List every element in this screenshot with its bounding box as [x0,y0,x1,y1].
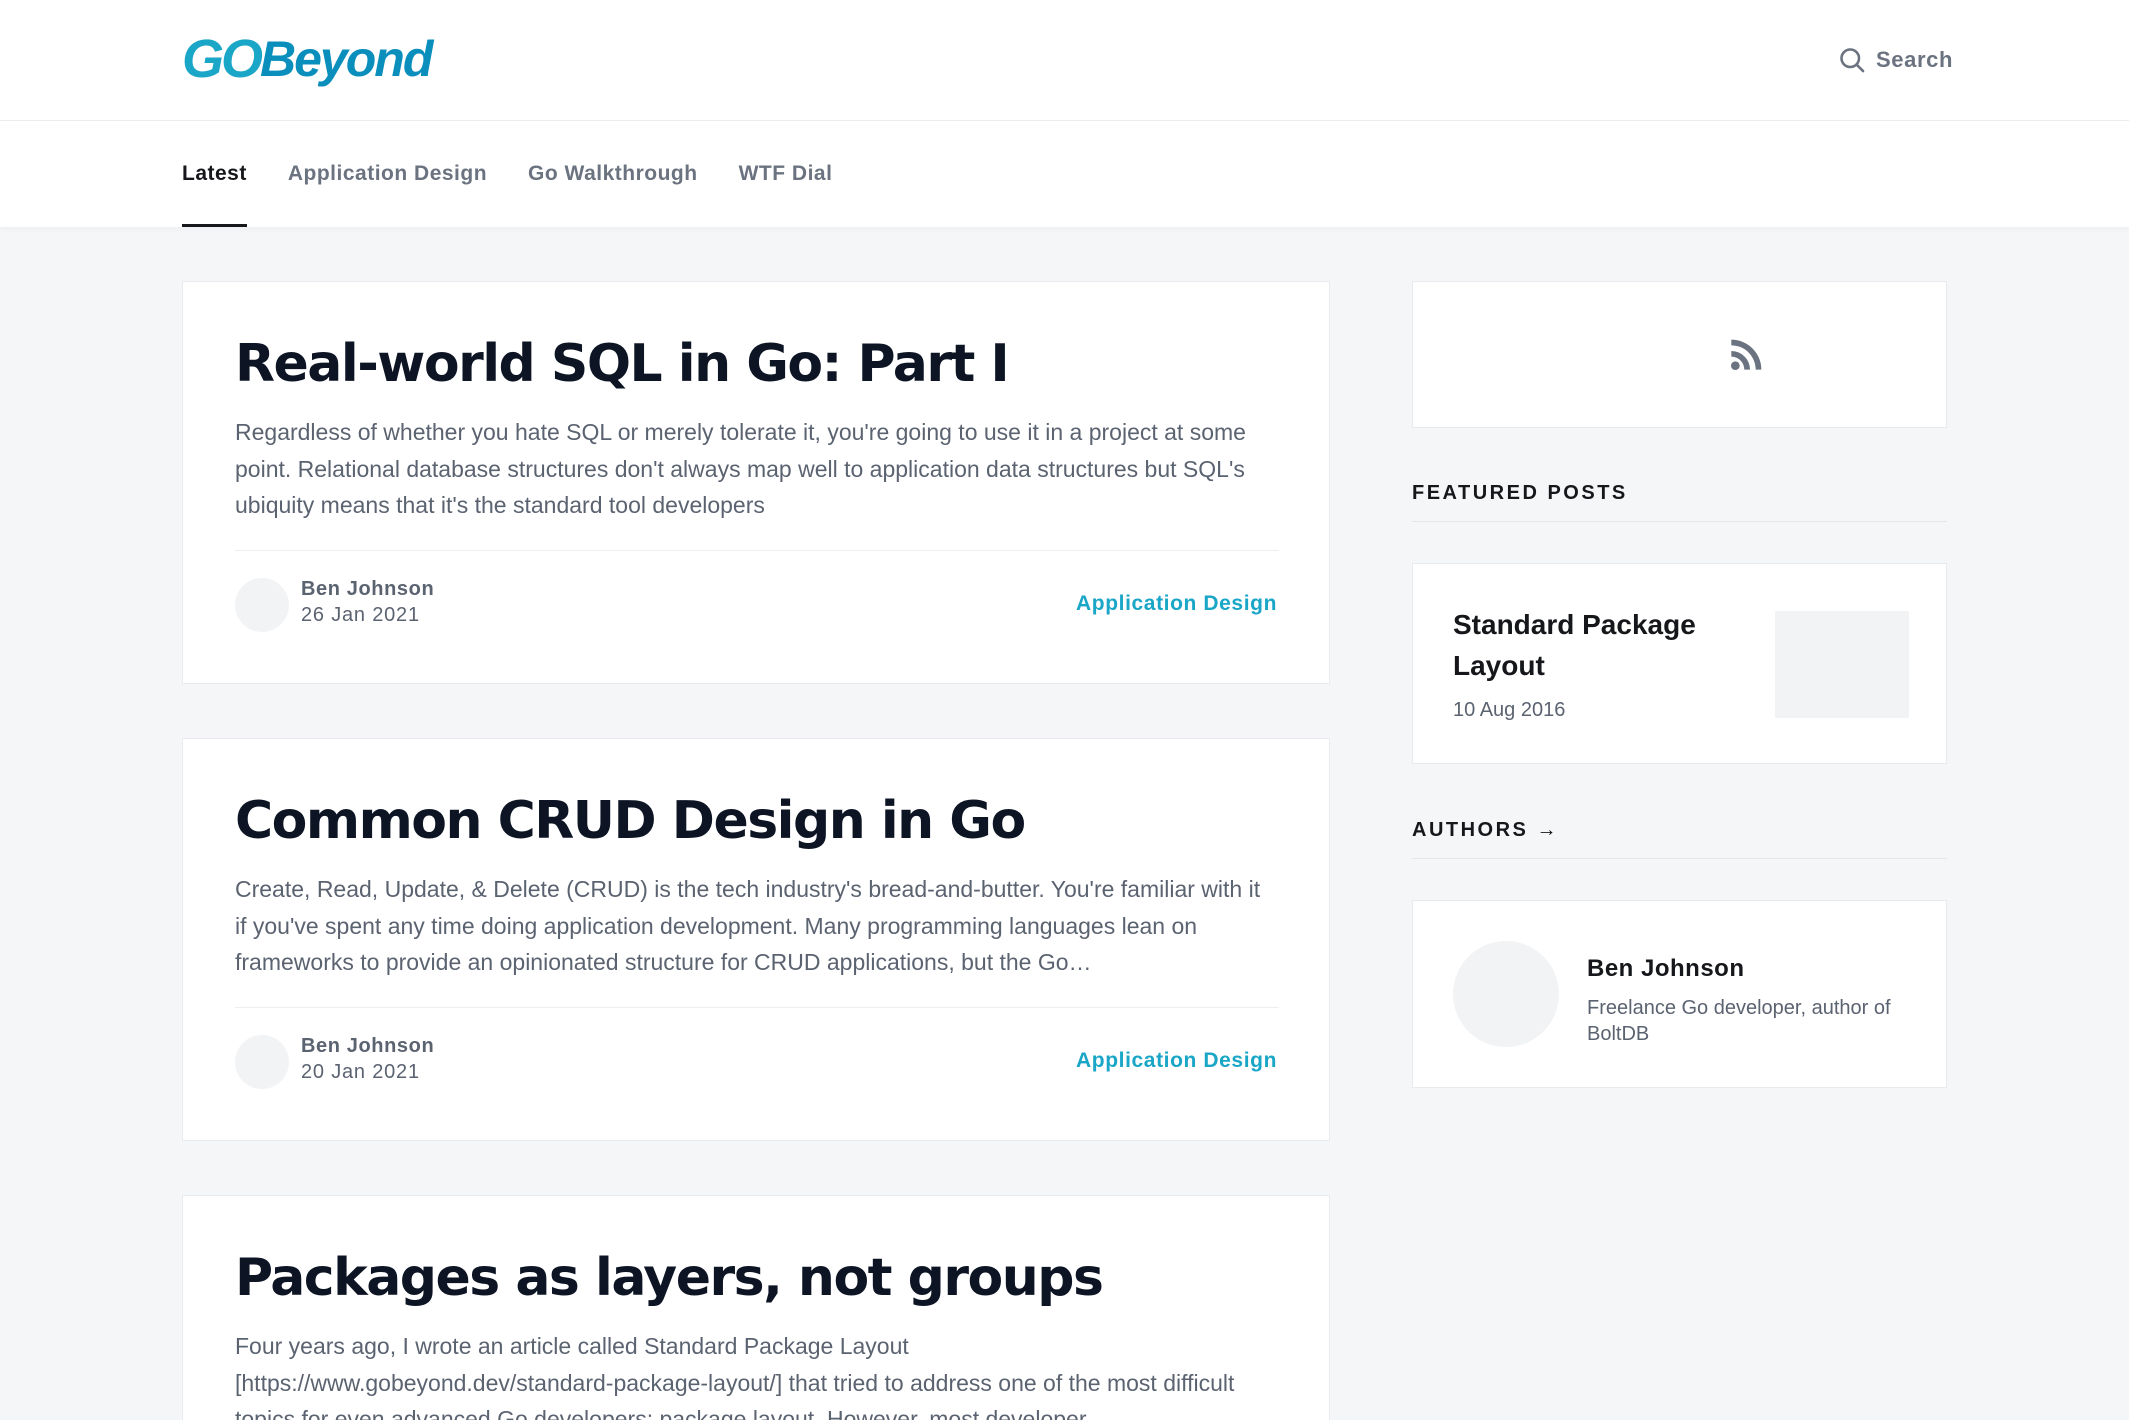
nav-tab-go-walkthrough[interactable]: Go Walkthrough [528,121,698,227]
rss-icon[interactable] [1727,334,1767,374]
author-bio: Freelance Go developer, author of BoltDB [1587,997,1891,1045]
logo-beyond-text: Beyond [260,31,433,87]
nav-bar: Latest Application Design Go Walkthrough… [0,121,2129,227]
author-avatar[interactable] [1453,941,1559,1047]
post-date: 20 Jan 2021 [301,1061,420,1083]
post-divider [235,550,1279,551]
nav-tab-latest[interactable]: Latest [182,121,247,227]
post-excerpt: Regardless of whether you hate SQL or me… [235,419,1246,518]
post-date: 26 Jan 2021 [301,604,420,626]
post-card[interactable]: Real-world SQL in Go: Part I Regardless … [182,281,1330,684]
post-author[interactable]: Ben Johnson [301,578,434,601]
nav-tabs: Latest Application Design Go Walkthrough… [182,121,832,227]
nav-tab-application-design[interactable]: Application Design [288,121,487,227]
site-logo[interactable]: GO Beyond [182,26,433,92]
featured-post-date: 10 Aug 2016 [1453,699,1566,721]
post-card[interactable]: Common CRUD Design in Go Create, Read, U… [182,738,1330,1141]
rss-card [1412,281,1947,428]
post-divider [235,1007,1279,1008]
featured-post-title[interactable]: Standard Package Layout [1453,604,1733,686]
search-icon [1840,48,1865,73]
post-title[interactable]: Real-world SQL in Go: Part I [235,334,1010,394]
post-excerpt: Create, Read, Update, & Delete (CRUD) is… [235,876,1261,975]
authors-divider [1412,858,1947,859]
featured-posts-heading: FEATURED POSTS [1412,482,1628,504]
featured-post-card[interactable]: Standard Package Layout 10 Aug 2016 [1412,563,1947,764]
author-avatar[interactable] [235,578,289,632]
post-author[interactable]: Ben Johnson [301,1035,434,1058]
post-tag[interactable]: Application Design [1076,1049,1277,1073]
post-title[interactable]: Common CRUD Design in Go [235,791,1026,851]
site-header: GO Beyond Search [0,0,2129,121]
author-name[interactable]: Ben Johnson [1587,955,1745,983]
nav-tab-wtf-dial[interactable]: WTF Dial [739,121,833,227]
post-tag[interactable]: Application Design [1076,592,1277,616]
logo-go-text: GO [182,29,263,89]
featured-post-thumbnail[interactable] [1775,611,1909,718]
search-label: Search [1876,47,1953,72]
author-avatar[interactable] [235,1035,289,1089]
post-excerpt: Four years ago, I wrote an article calle… [235,1333,1235,1420]
post-title[interactable]: Packages as layers, not groups [235,1248,1104,1308]
authors-heading-link[interactable]: AUTHORS → [1412,819,1559,842]
featured-divider [1412,521,1947,522]
author-card[interactable]: Ben Johnson Freelance Go developer, auth… [1412,900,1947,1088]
post-card[interactable]: Packages as layers, not groups Four year… [182,1195,1330,1420]
search-button[interactable]: Search [1838,44,1953,76]
